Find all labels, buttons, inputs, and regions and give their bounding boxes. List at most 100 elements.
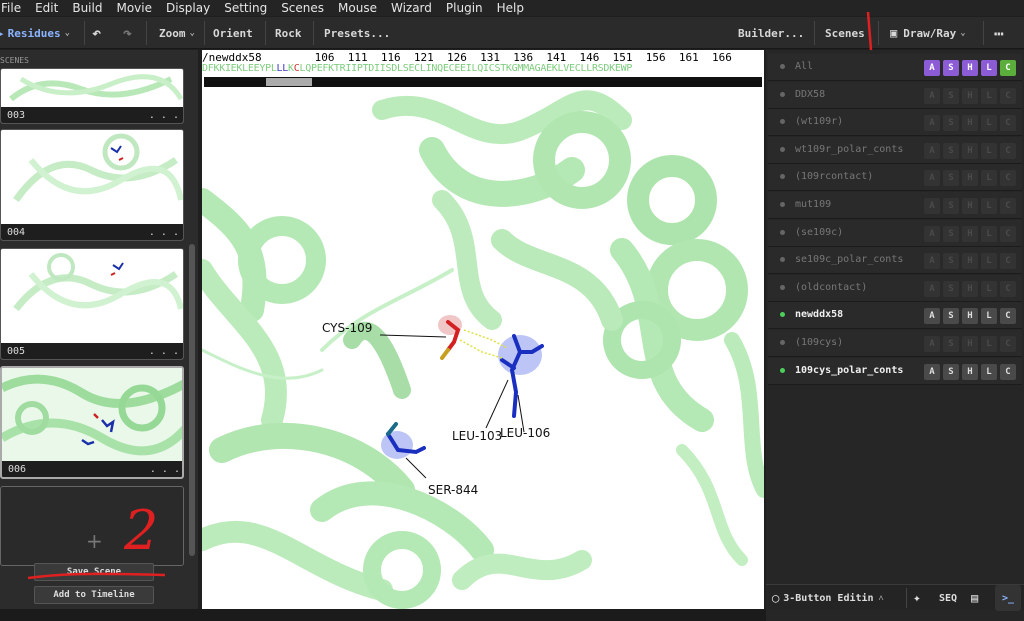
object-action-a-button[interactable]: A xyxy=(924,308,940,325)
object-row[interactable]: All A S H L C xyxy=(768,54,1022,81)
object-action-s-button[interactable]: S xyxy=(943,60,959,76)
object-action-l-button[interactable]: L xyxy=(981,198,997,214)
object-action-l-button[interactable]: L xyxy=(981,115,997,132)
visibility-dot-icon[interactable] xyxy=(780,284,785,290)
object-action-l-button[interactable]: L xyxy=(981,363,997,380)
object-action-l-button[interactable]: L xyxy=(981,280,997,297)
scene-menu-icon[interactable]: . . . xyxy=(150,464,180,475)
object-action-l-button[interactable]: L xyxy=(981,87,997,104)
object-action-a-button[interactable]: A xyxy=(924,253,940,270)
object-action-c-button[interactable]: C xyxy=(1000,115,1016,132)
object-action-s-button[interactable]: S xyxy=(943,363,959,380)
object-action-a-button[interactable]: A xyxy=(924,115,940,132)
object-action-h-button[interactable]: H xyxy=(962,170,978,187)
visibility-dot-icon[interactable] xyxy=(780,174,785,180)
menu-scenes[interactable]: Scenes xyxy=(274,1,331,15)
rock-button[interactable]: Rock xyxy=(275,17,302,49)
object-row[interactable]: newddx58 A S H L C xyxy=(768,302,1022,330)
object-action-h-button[interactable]: H xyxy=(962,87,978,104)
object-action-s-button[interactable]: S xyxy=(943,170,959,187)
menu-help[interactable]: Help xyxy=(490,1,531,15)
object-row[interactable]: wt109r_polar_conts A S H L C xyxy=(768,136,1022,164)
visibility-dot-icon[interactable] xyxy=(780,229,785,235)
object-action-h-button[interactable]: H xyxy=(962,363,978,380)
scene-card-003[interactable]: 003 . . . xyxy=(0,68,184,124)
object-row[interactable]: (109rcontact) A S H L C xyxy=(768,164,1022,192)
object-action-a-button[interactable]: A xyxy=(924,87,940,104)
object-action-h-button[interactable]: H xyxy=(962,253,978,270)
object-action-h-button[interactable]: H xyxy=(962,115,978,132)
molecule-viewer[interactable]: /newddx58 106 111 116 121 126 131 136 14… xyxy=(202,50,764,609)
sequence-scroll-thumb[interactable] xyxy=(266,78,312,86)
object-action-a-button[interactable]: A xyxy=(924,60,940,76)
object-action-s-button[interactable]: S xyxy=(943,87,959,104)
object-action-s-button[interactable]: S xyxy=(943,336,959,352)
scenes-button[interactable]: Scenes xyxy=(825,17,865,49)
object-action-h-button[interactable]: H xyxy=(962,225,978,242)
object-action-c-button[interactable]: C xyxy=(1000,87,1016,104)
object-row[interactable]: 109cys_polar_conts A S H L C xyxy=(768,357,1022,385)
undo-icon[interactable]: ↶ xyxy=(92,17,101,49)
scene-card-004[interactable]: 004 . . . xyxy=(0,129,184,241)
object-action-l-button[interactable]: L xyxy=(981,142,997,159)
object-action-a-button[interactable]: A xyxy=(924,170,940,187)
sequence-scrollbar[interactable] xyxy=(204,77,762,87)
object-row[interactable]: se109c_polar_conts A S H L C xyxy=(768,247,1022,275)
menu-setting[interactable]: Setting xyxy=(217,1,274,15)
object-action-c-button[interactable]: C xyxy=(1000,198,1016,214)
object-action-s-button[interactable]: S xyxy=(943,225,959,242)
molecular-render[interactable] xyxy=(202,90,764,609)
menu-display[interactable]: Display xyxy=(159,1,217,15)
object-action-h-button[interactable]: H xyxy=(962,142,978,159)
object-action-s-button[interactable]: S xyxy=(943,115,959,132)
menu-build[interactable]: Build xyxy=(65,1,109,15)
object-action-c-button[interactable]: C xyxy=(1000,170,1016,187)
object-action-c-button[interactable]: C xyxy=(1000,308,1016,325)
visibility-dot-icon[interactable] xyxy=(780,146,785,152)
object-action-l-button[interactable]: L xyxy=(981,60,997,76)
sequence-residues[interactable]: DFKKIEKLEEYPLLLKCLQPEFKTRIIPTDIISDLSECLI… xyxy=(202,63,764,76)
object-row[interactable]: mut109 A S H L C xyxy=(768,192,1022,219)
menu-mouse[interactable]: Mouse xyxy=(331,1,384,15)
object-action-a-button[interactable]: A xyxy=(924,198,940,214)
redo-icon[interactable]: ↷ xyxy=(123,17,132,49)
object-action-s-button[interactable]: S xyxy=(943,142,959,159)
object-action-h-button[interactable]: H xyxy=(962,336,978,352)
seq-toggle-button[interactable]: SEQ xyxy=(939,585,957,611)
object-action-s-button[interactable]: S xyxy=(943,253,959,270)
clapperboard-icon[interactable]: ▤ xyxy=(971,585,978,611)
scenes-scrollbar[interactable] xyxy=(189,244,195,556)
scene-menu-icon[interactable]: . . . xyxy=(149,110,179,121)
draw-ray-button[interactable]: ▣ Draw/Ray ⌄ xyxy=(890,17,966,49)
menu-plugin[interactable]: Plugin xyxy=(439,1,490,15)
object-row[interactable]: (se109c) A S H L C xyxy=(768,219,1022,247)
visibility-dot-icon[interactable] xyxy=(780,91,785,97)
object-action-l-button[interactable]: L xyxy=(981,308,997,325)
add-to-timeline-button[interactable]: Add to Timeline xyxy=(34,586,154,604)
object-action-l-button[interactable]: L xyxy=(981,336,997,352)
object-action-h-button[interactable]: H xyxy=(962,60,978,76)
command-line-button[interactable]: >_ xyxy=(995,585,1021,611)
builder-button[interactable]: Builder... xyxy=(738,17,804,49)
object-row[interactable]: (109cys) A S H L C xyxy=(768,330,1022,357)
menu-file[interactable]: File xyxy=(0,1,28,15)
object-action-h-button[interactable]: H xyxy=(962,280,978,297)
object-action-l-button[interactable]: L xyxy=(981,225,997,242)
object-action-c-button[interactable]: C xyxy=(1000,225,1016,242)
object-action-c-button[interactable]: C xyxy=(1000,142,1016,159)
object-row[interactable]: (wt109r) A S H L C xyxy=(768,109,1022,137)
object-action-a-button[interactable]: A xyxy=(924,142,940,159)
object-action-c-button[interactable]: C xyxy=(1000,363,1016,380)
object-action-s-button[interactable]: S xyxy=(943,198,959,214)
orient-button[interactable]: Orient xyxy=(213,17,253,49)
visibility-dot-icon[interactable] xyxy=(780,340,785,345)
menu-edit[interactable]: Edit xyxy=(28,1,65,15)
object-action-a-button[interactable]: A xyxy=(924,280,940,297)
object-action-l-button[interactable]: L xyxy=(981,170,997,187)
visibility-dot-icon[interactable] xyxy=(780,202,785,207)
scene-menu-icon[interactable]: . . . xyxy=(149,227,179,238)
sequence-residue[interactable]: P xyxy=(626,63,632,74)
object-action-h-button[interactable]: H xyxy=(962,198,978,214)
visibility-dot-icon[interactable] xyxy=(780,312,785,318)
mouse-mode-selector[interactable]: ◯ 3-Button Editin ˄ xyxy=(772,585,884,611)
